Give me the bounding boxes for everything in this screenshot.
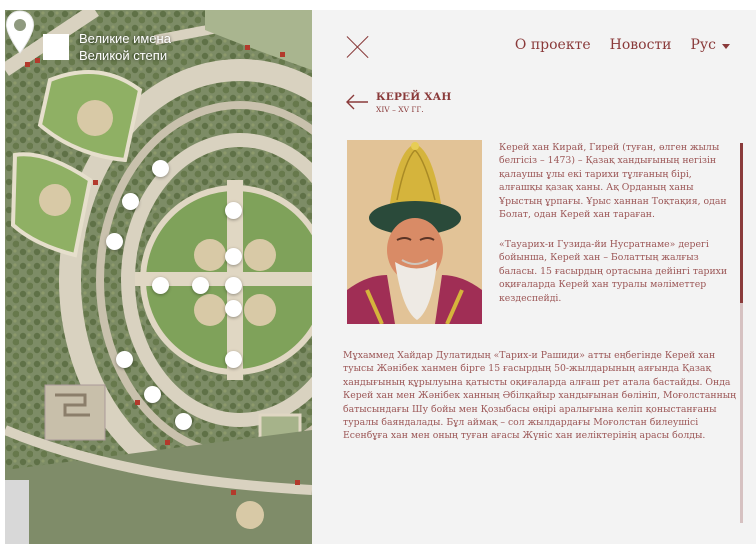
logo-square-icon <box>43 34 69 60</box>
bio-paragraph-1: Керей хан Кирай, Гирей (туған, өлген жыл… <box>499 142 727 221</box>
brand-line-1: Великие имена <box>79 31 171 46</box>
map-point[interactable] <box>144 386 161 403</box>
map-point[interactable] <box>122 193 139 210</box>
portrait-image <box>347 140 482 324</box>
map-point[interactable] <box>152 160 169 177</box>
language-label: Рус <box>690 37 717 53</box>
chevron-down-icon <box>722 43 730 49</box>
map-point[interactable] <box>225 277 242 294</box>
map-point[interactable] <box>225 248 242 265</box>
bio-paragraph-3: Мұхаммед Хайдар Дулатидың «Тарих-и Рашид… <box>343 350 737 442</box>
map-point[interactable] <box>225 351 242 368</box>
top-nav: О проекте Новости Рус <box>515 37 730 53</box>
map-point[interactable] <box>225 300 242 317</box>
map-pin-icon[interactable] <box>5 10 35 54</box>
brand-logo[interactable]: Великие имена Великой степи <box>43 30 171 64</box>
arrow-left-icon[interactable] <box>345 94 369 110</box>
bio-paragraph-2: «Тауарих-и Гузида-йи Нусратнаме» дерегі … <box>499 239 728 304</box>
map-point[interactable] <box>175 413 192 430</box>
park-map[interactable]: Великие имена Великой степи <box>5 10 312 544</box>
map-point[interactable] <box>225 202 242 219</box>
nav-about-link[interactable]: О проекте <box>515 37 591 53</box>
content-panel: О проекте Новости Рус КЕРЕЙ ХАН XIV – XV… <box>312 10 756 544</box>
person-years: XIV – XV ГГ. <box>376 105 424 114</box>
map-point[interactable] <box>192 277 209 294</box>
scrollbar-thumb[interactable] <box>740 143 743 303</box>
scrollbar[interactable] <box>740 143 743 523</box>
brand-title: Великие имена Великой степи <box>79 30 171 64</box>
nav-news-link[interactable]: Новости <box>610 37 672 53</box>
map-point[interactable] <box>116 351 133 368</box>
person-name: КЕРЕЙ ХАН <box>376 91 452 103</box>
brand-line-2: Великой степи <box>79 48 168 63</box>
map-point[interactable] <box>152 277 169 294</box>
map-point[interactable] <box>106 233 123 250</box>
close-icon[interactable] <box>346 35 370 59</box>
language-select[interactable]: Рус <box>690 37 730 53</box>
